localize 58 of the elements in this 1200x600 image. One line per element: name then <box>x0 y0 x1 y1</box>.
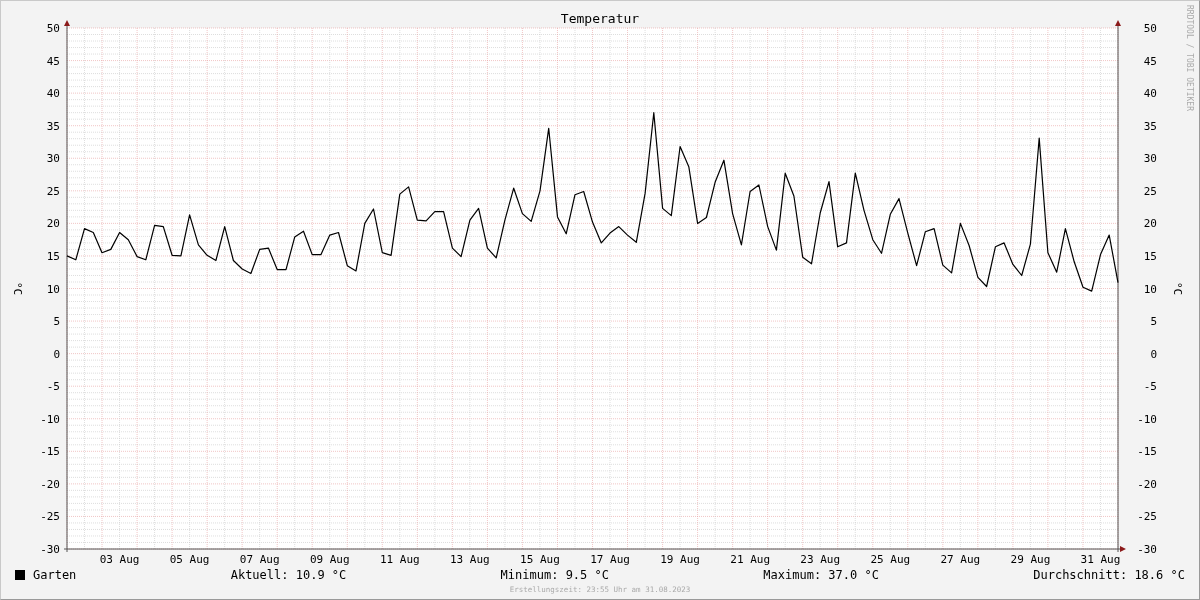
axis-title: °C <box>1171 281 1184 296</box>
axis-tick-label: 35 <box>46 119 60 133</box>
statistic-text: Aktuell: 10.9 °C <box>230 567 347 584</box>
axis-tick-label: 23 Aug <box>800 553 841 565</box>
axis-tick-label: 0 <box>1150 347 1157 361</box>
axis-tick-label: 20 <box>46 217 60 231</box>
axis-tick-label: 29 Aug <box>1010 553 1051 565</box>
axis-tick-label: -20 <box>1137 477 1157 491</box>
axis-tick-label: 13 Aug <box>450 553 490 565</box>
axis-tick-label: 25 <box>46 184 60 198</box>
axis-tick-label: 5 <box>1150 315 1157 329</box>
axis-tick-label: 15 <box>1143 249 1157 263</box>
axis-tick-label: 25 <box>1143 184 1157 198</box>
axis-tick-label: -15 <box>40 445 60 459</box>
axis-tick-label: 30 <box>1143 152 1157 166</box>
axis-tick-label: -5 <box>1143 380 1157 394</box>
axis-tick-label: 40 <box>46 87 60 101</box>
axis-tick-label: -5 <box>46 380 60 394</box>
axis-tick-label: -10 <box>40 412 60 426</box>
axis-tick-label: 50 <box>46 22 60 35</box>
axis-tick-label: 45 <box>46 54 60 68</box>
axis-tick-label: 35 <box>1143 119 1157 133</box>
legend-label: Garten <box>33 567 77 584</box>
axis-tick-label: 20 <box>1143 217 1157 231</box>
axis-tick-label: 50 <box>1143 22 1157 35</box>
axis-tick-label: 09 Aug <box>309 553 350 565</box>
axis-tick-label: -25 <box>1137 510 1157 524</box>
axis-tick-label: 05 Aug <box>169 553 210 565</box>
axis-tick-label: 45 <box>1143 54 1157 68</box>
axis-tick-label: -25 <box>40 510 60 524</box>
axis-tick-label: 5 <box>53 315 60 329</box>
axis-tick-label: 17 Aug <box>590 553 630 565</box>
axis-tick-label: 19 Aug <box>660 553 700 565</box>
axis-tick-label: 15 Aug <box>520 553 560 565</box>
axis-tick-label: 27 Aug <box>940 553 981 565</box>
axis-tick-label: 40 <box>1143 87 1157 101</box>
axis-tick-label: -10 <box>1137 412 1157 426</box>
axis-tick-label: 03 Aug <box>99 553 140 565</box>
axis-tick-label: 30 <box>46 152 60 166</box>
statistic-text: Maximum: 37.0 °C <box>763 567 879 584</box>
axis-tick-label: 10 <box>1143 282 1157 296</box>
axis-title: °C <box>11 281 24 296</box>
axis-tick-label: 31 Aug <box>1080 553 1121 565</box>
axis-tick-label: -30 <box>1137 543 1157 556</box>
axis-tick-label: -15 <box>1137 445 1157 459</box>
axis-tick-label: 21 Aug <box>730 553 771 565</box>
credit-text: RRDTOOL / TOBI OETIKER <box>1185 5 1194 111</box>
axis-tick-label: 07 Aug <box>239 553 280 565</box>
axis-tick-label: -20 <box>40 477 60 491</box>
axis-tick-label: 15 <box>46 249 60 263</box>
axis-tick-label: 11 Aug <box>379 553 420 565</box>
axis-tick-label: 10 <box>46 282 60 296</box>
statistic-text: Minimum: 9.5 °C <box>500 567 609 584</box>
axis-tick-label: 25 Aug <box>870 553 911 565</box>
axis-tick-label: 0 <box>53 347 60 361</box>
chart-title: Temperatur <box>560 11 640 26</box>
axis-tick-label: -30 <box>40 543 60 556</box>
statistic-text: Durchschnitt: 18.6 °C <box>1033 567 1185 584</box>
